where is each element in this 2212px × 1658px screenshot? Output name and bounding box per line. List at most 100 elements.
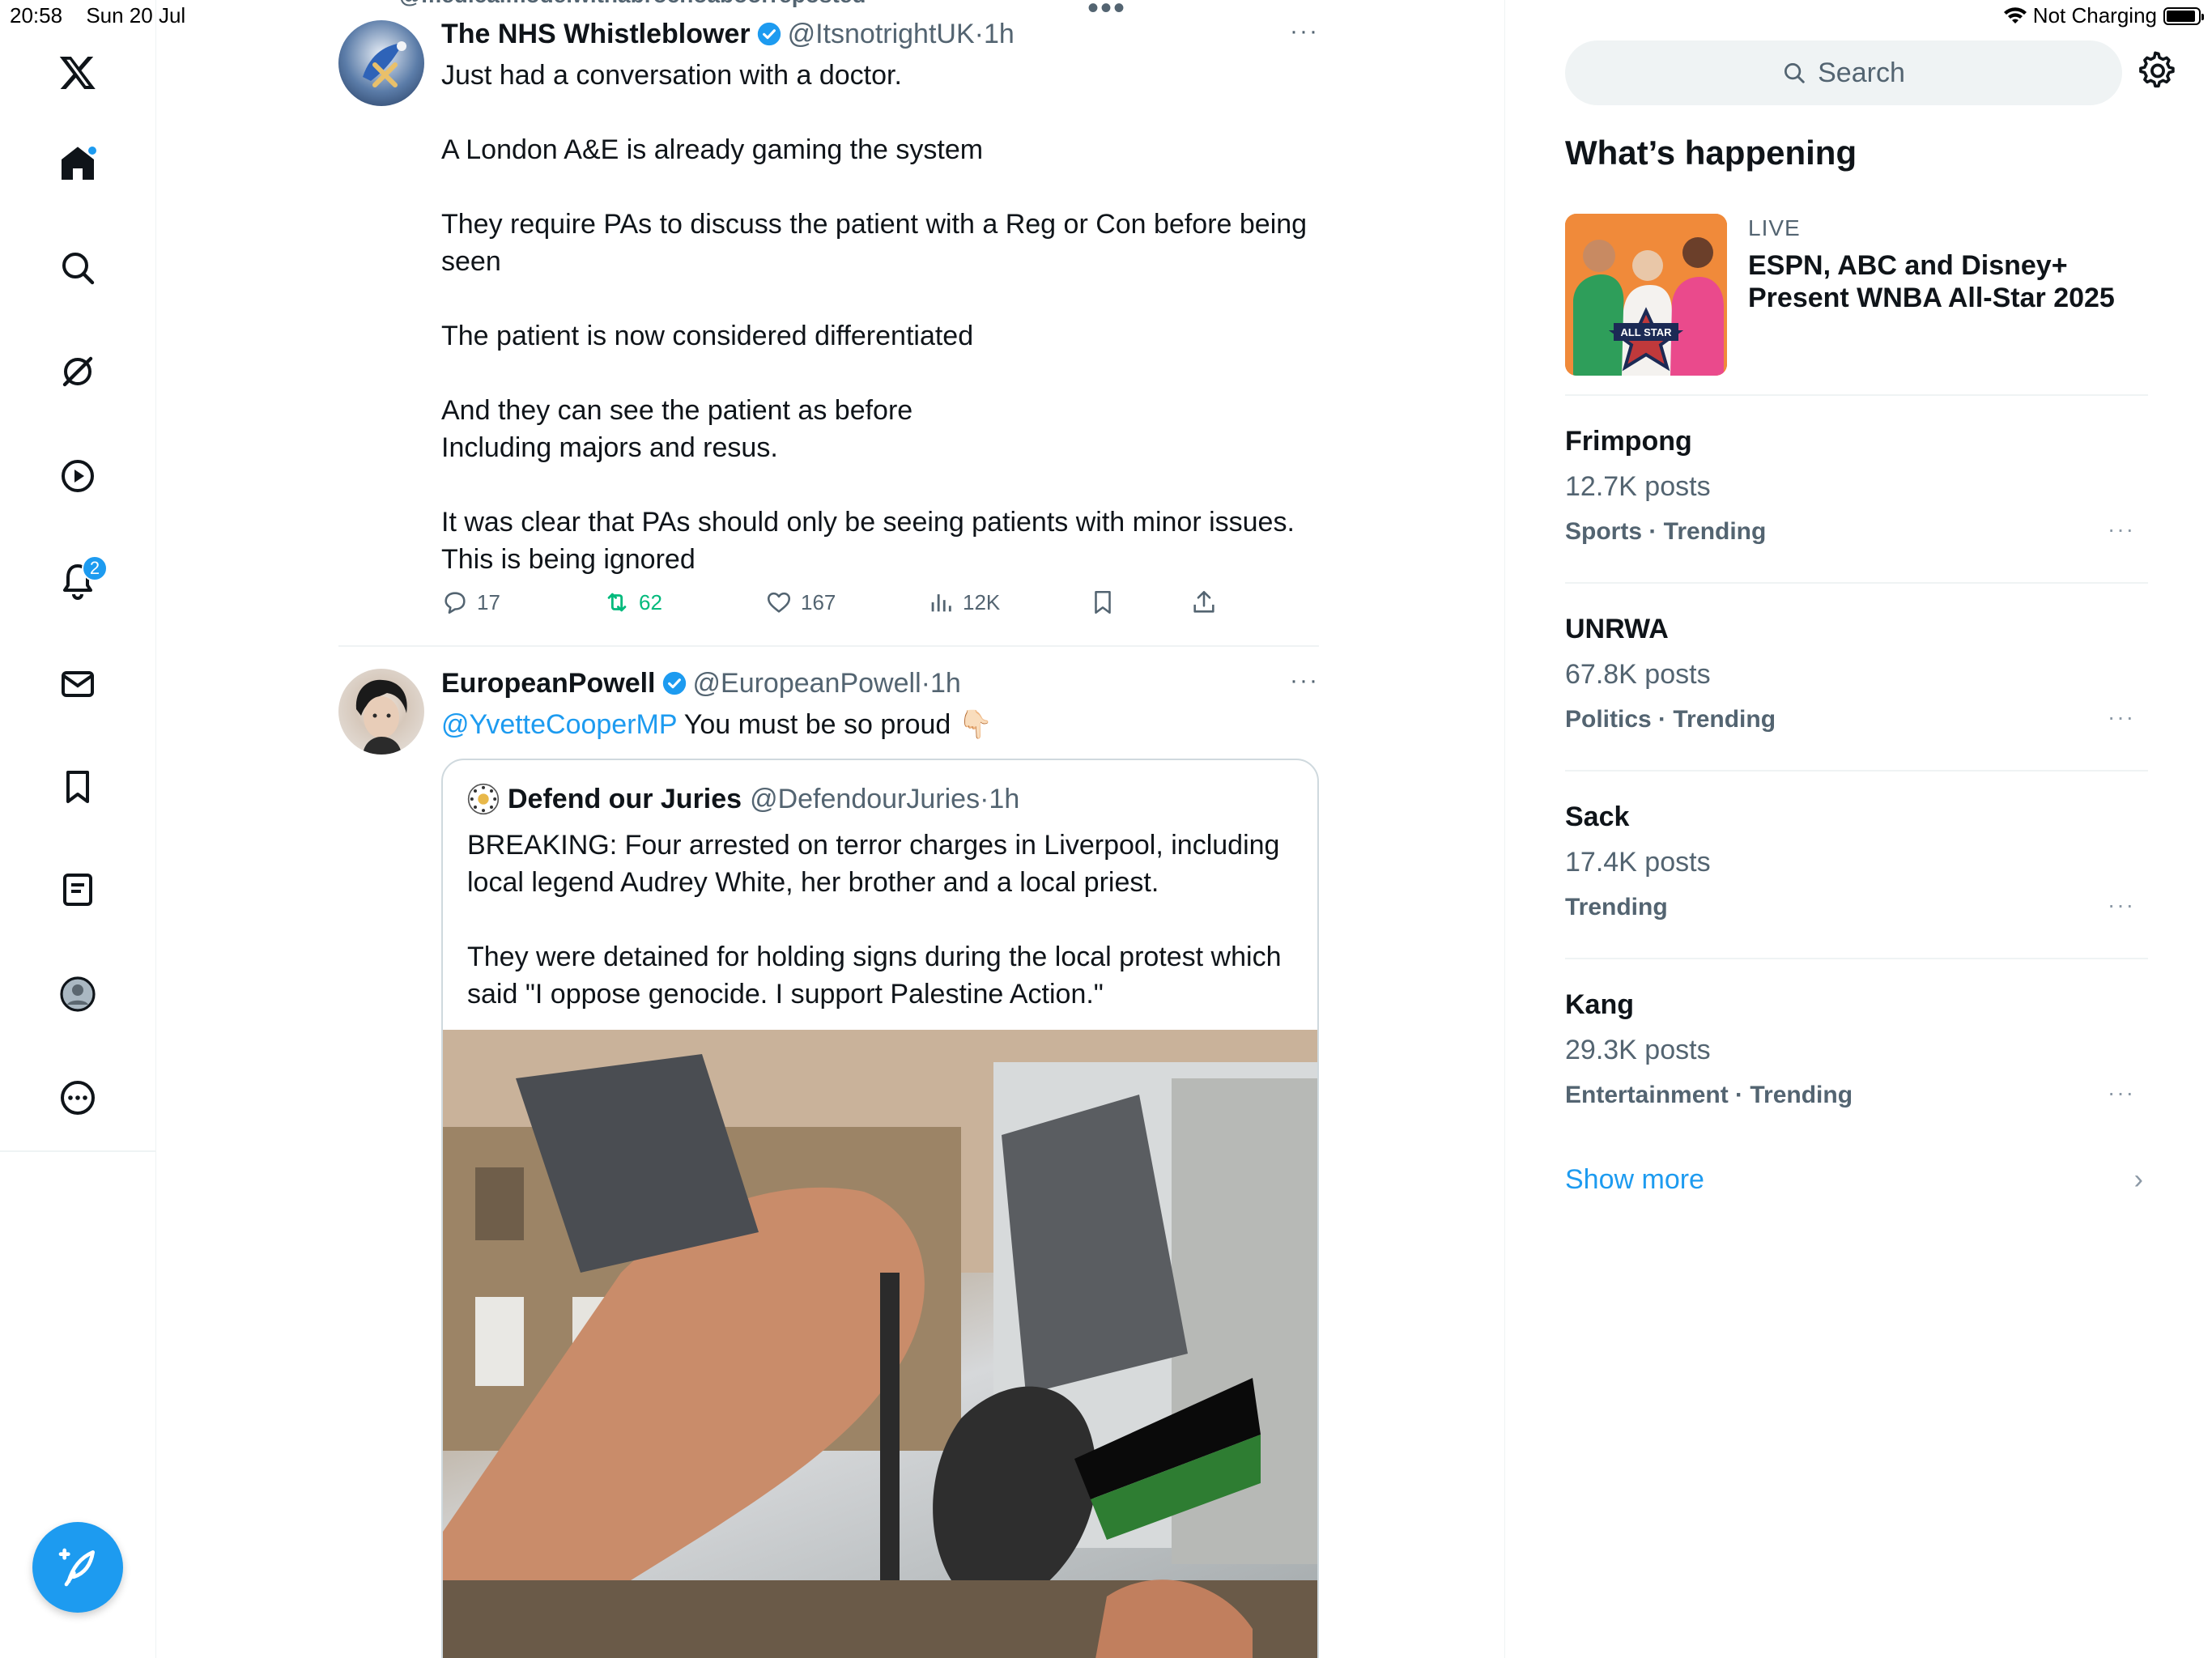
profile-icon[interactable] (54, 971, 101, 1018)
trend-divider (1565, 958, 2148, 959)
quote-text-line: BREAKING: Four arrested on terror charge… (467, 830, 1280, 898)
whats-happening-title: What’s happening (1565, 134, 1857, 172)
avatar[interactable] (338, 669, 424, 755)
search-icon (1784, 63, 1805, 83)
live-event-title: ESPN, ABC and Disney+ Present WNBA All-S… (1748, 250, 2115, 313)
quote-author-name[interactable]: Defend our Juries (508, 784, 742, 815)
tweet-nhs-whistleblower[interactable]: The NHS Whistleblower @ItsnotrightUK · 1… (338, 18, 1319, 641)
tweet-text: Just had a conversation with a doctor. A … (441, 57, 1319, 578)
trend-post-count: 29.3K posts (1565, 1035, 1711, 1065)
trend-more-icon[interactable]: ··· (2108, 517, 2135, 542)
live-label: LIVE (1748, 215, 1801, 240)
tweet-text-line: It was clear that PAs should only be see… (441, 507, 1295, 575)
search-icon[interactable] (54, 244, 101, 291)
show-more-link[interactable]: Show more › (1565, 1164, 2148, 1196)
trend-category: Sports · Trending (1565, 518, 1767, 545)
trend-item[interactable]: Sack 17.4K posts Trending ··· (1565, 801, 2148, 963)
trend-more-icon[interactable]: ··· (2108, 704, 2135, 730)
search-bar[interactable]: Search (1565, 40, 2122, 105)
trend-more-icon[interactable]: ··· (2108, 892, 2135, 918)
reply-count: 17 (477, 589, 500, 614)
trend-item[interactable]: Kang 29.3K posts Entertainment · Trendin… (1565, 989, 2148, 1151)
bookmarks-icon[interactable] (54, 763, 101, 810)
settings-gear-icon[interactable] (2138, 50, 2178, 91)
trend-item[interactable]: Frimpong 12.7K posts Sports · Trending ·… (1565, 426, 2148, 588)
messages-icon[interactable] (54, 661, 101, 708)
trend-category: Trending (1565, 894, 1668, 920)
trend-item[interactable]: UNRWA 67.8K posts Politics · Trending ··… (1565, 614, 2148, 776)
grok-icon[interactable] (54, 348, 101, 395)
trend-more-icon[interactable]: ··· (2108, 1080, 2135, 1106)
avatar[interactable] (338, 20, 424, 106)
tweet-time[interactable]: 1h (930, 667, 961, 699)
views-button[interactable]: 12K (927, 589, 1000, 616)
quote-avatar[interactable] (467, 783, 500, 815)
battery-icon (2163, 6, 2204, 25)
trend-divider (1565, 394, 2148, 396)
verified-badge-icon (757, 22, 781, 46)
tweet-divider (338, 645, 1319, 647)
tweet-text-line: Just had a conversation with a doctor. (441, 60, 902, 91)
trend-post-count: 17.4K posts (1565, 847, 1711, 878)
mention-link[interactable]: @YvetteCooperMP (441, 709, 677, 740)
like-count: 167 (801, 589, 836, 614)
reply-icon (445, 592, 466, 614)
quote-author-handle[interactable]: @DefendourJuries (750, 784, 980, 815)
author-handle[interactable]: @ItsnotrightUK (788, 18, 975, 50)
home-icon[interactable] (54, 140, 101, 187)
video-frame-image (443, 1030, 1317, 1658)
trend-category: Entertainment · Trending (1565, 1082, 1853, 1108)
more-icon[interactable] (54, 1074, 101, 1121)
status-bar-right: Not Charging (2003, 3, 2204, 28)
tweet-more-icon[interactable]: ··· (1290, 667, 1319, 695)
compose-feather-icon (58, 1548, 95, 1587)
trend-post-count: 12.7K posts (1565, 471, 1711, 502)
x-logo-icon[interactable] (54, 49, 101, 96)
tweet-text: @YvetteCooperMP You must be so proud 👇🏻 (441, 706, 1319, 743)
search-placeholder: Search (1818, 57, 1905, 88)
notifications-icon[interactable]: 2 (54, 555, 108, 604)
trend-divider (1565, 582, 2148, 584)
verified-badge-icon (662, 671, 686, 695)
repost-header: @medicalmodelwithabrochoaboorreposted (399, 0, 866, 8)
quote-video[interactable] (443, 1030, 1317, 1658)
trend-category: Politics · Trending (1565, 706, 1776, 733)
tweet-more-icon[interactable]: ··· (1290, 18, 1319, 45)
quote-header: Defend our Juries @DefendourJuries · 1h (467, 783, 1019, 815)
trend-name: Sack (1565, 801, 1630, 832)
share-button[interactable] (1190, 589, 1218, 616)
reply-button[interactable]: 17 (441, 589, 500, 616)
author-name[interactable]: The NHS Whistleblower (441, 18, 751, 50)
views-icon (931, 594, 951, 612)
repost-icon (607, 593, 627, 612)
tweet-text-line: Including majors and resus. (441, 432, 778, 463)
compose-button[interactable] (32, 1522, 123, 1613)
trend-divider (1565, 770, 2148, 772)
share-icon (1193, 590, 1214, 613)
video-icon[interactable] (54, 453, 101, 500)
main-feed: @medicalmodelwithabrochoaboorreposted ••… (156, 0, 1505, 1658)
charging-status: Not Charging (2032, 3, 2157, 28)
top-more-icon[interactable]: ••• (1087, 0, 1126, 24)
bookmark-icon (1095, 590, 1111, 614)
quoted-tweet[interactable]: Defend our Juries @DefendourJuries · 1h … (441, 759, 1319, 1658)
author-name[interactable]: EuropeanPowell (441, 667, 656, 699)
author-handle[interactable]: @EuropeanPowell (693, 667, 921, 699)
quote-text-line: They were detained for holding signs dur… (467, 942, 1282, 1010)
bookmark-button[interactable] (1089, 589, 1117, 616)
tweet-time[interactable]: 1h (984, 18, 1015, 50)
like-button[interactable]: 167 (765, 589, 836, 616)
all-star-logo-text: ALL STAR (1620, 326, 1672, 338)
tweet-text-line: They require PAs to discuss the patient … (441, 209, 1308, 277)
quote-text: BREAKING: Four arrested on terror charge… (467, 827, 1293, 1013)
quote-time[interactable]: 1h (989, 784, 1019, 815)
repost-button[interactable]: 62 (603, 589, 662, 616)
live-event-card[interactable]: ALL STAR LIVE ESPN, ABC and Disney+ Pres… (1565, 214, 2148, 376)
heart-icon (767, 592, 791, 613)
lists-icon[interactable] (54, 866, 101, 913)
